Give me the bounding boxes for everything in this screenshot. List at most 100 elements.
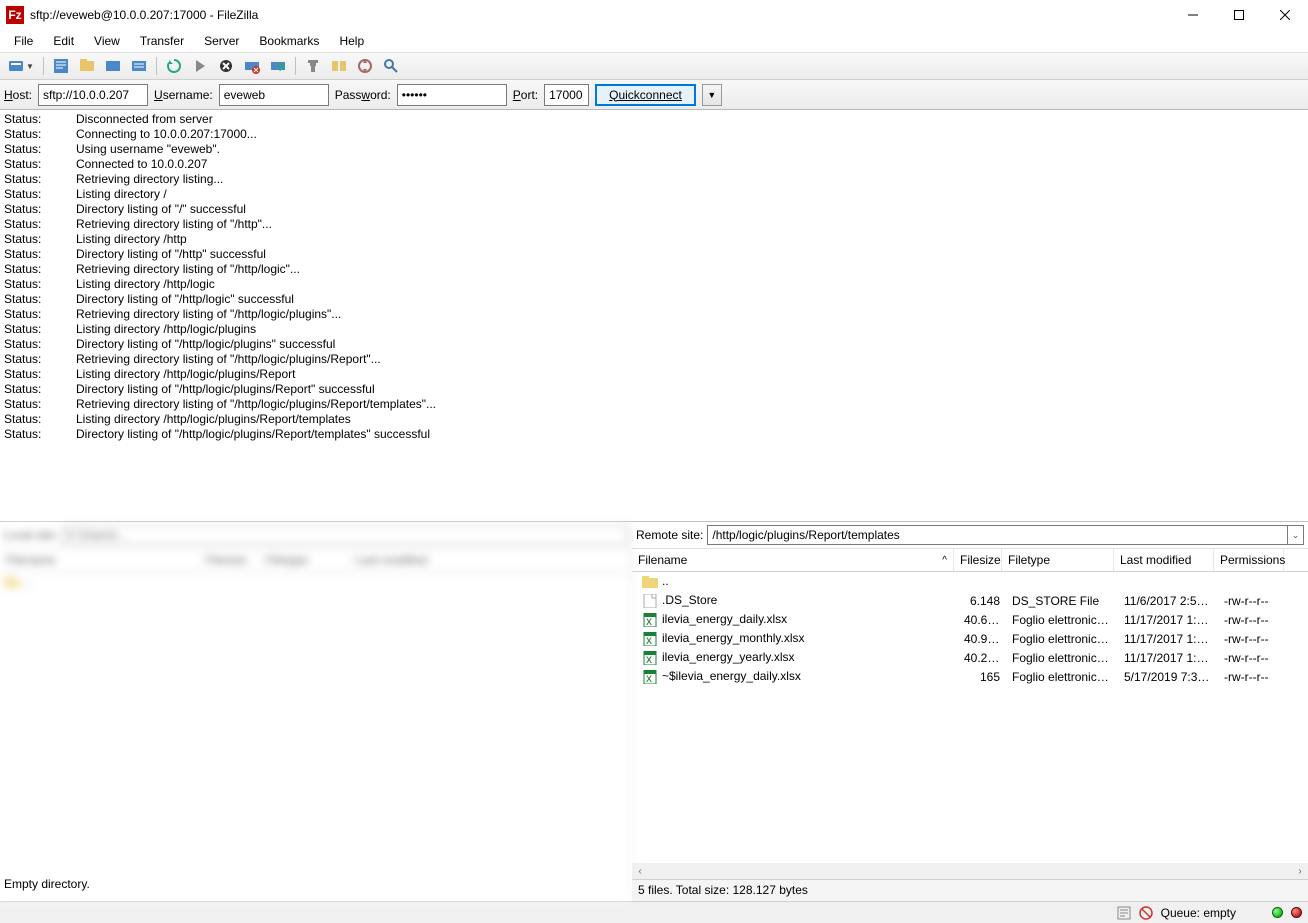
local-pane: Local site: Filename Filesize Filetype L… bbox=[0, 522, 632, 901]
menu-help[interactable]: Help bbox=[329, 32, 374, 50]
svg-text:x: x bbox=[646, 652, 652, 665]
menubar: FileEditViewTransferServerBookmarksHelp bbox=[0, 30, 1308, 52]
svg-text:x: x bbox=[646, 671, 652, 684]
svg-text:x: x bbox=[646, 633, 652, 646]
log-row: Status:Directory listing of "/" successf… bbox=[4, 202, 440, 217]
message-log[interactable]: Status:Disconnected from serverStatus:Co… bbox=[0, 110, 1308, 522]
toggle-remote-tree-button[interactable] bbox=[101, 55, 125, 77]
toggle-local-tree-button[interactable] bbox=[75, 55, 99, 77]
disconnect-button[interactable] bbox=[240, 55, 264, 77]
log-row: Status:Using username "eveweb". bbox=[4, 142, 440, 157]
log-row: Status:Listing directory /http/logic/plu… bbox=[4, 412, 440, 427]
toggle-queue-button[interactable] bbox=[127, 55, 151, 77]
menu-bookmarks[interactable]: Bookmarks bbox=[249, 32, 329, 50]
log-row: Status:Disconnected from server bbox=[4, 112, 440, 127]
log-row: Status:Retrieving directory listing of "… bbox=[4, 307, 440, 322]
xlsx-icon: x bbox=[642, 651, 658, 665]
remote-status: 5 files. Total size: 128.127 bytes bbox=[632, 879, 1308, 901]
col-filesize[interactable]: Filesize bbox=[954, 549, 1002, 571]
password-input[interactable] bbox=[397, 84, 507, 106]
filter-button[interactable] bbox=[301, 55, 325, 77]
quickconnect-dropdown[interactable]: ▼ bbox=[702, 84, 722, 106]
quickconnect-button[interactable]: Quickconnect bbox=[595, 84, 696, 106]
file-row[interactable]: x~$ilevia_energy_daily.xlsx165Foglio ele… bbox=[632, 667, 1308, 686]
process-queue-button[interactable] bbox=[188, 55, 212, 77]
reconnect-button[interactable] bbox=[266, 55, 290, 77]
log-row: Status:Listing directory /http bbox=[4, 232, 440, 247]
log-row: Status:Directory listing of "/http/logic… bbox=[4, 427, 440, 442]
port-input[interactable] bbox=[544, 84, 589, 106]
remote-path-input[interactable] bbox=[707, 525, 1288, 545]
menu-edit[interactable]: Edit bbox=[43, 32, 84, 50]
remote-filelist[interactable]: ...DS_Store6.148DS_STORE File11/6/2017 2… bbox=[632, 572, 1308, 863]
svg-text:x: x bbox=[646, 614, 652, 627]
username-input[interactable] bbox=[219, 84, 329, 106]
menu-server[interactable]: Server bbox=[194, 32, 249, 50]
col-modified[interactable]: Last modified bbox=[1114, 549, 1214, 571]
file-row[interactable]: .DS_Store6.148DS_STORE File11/6/2017 2:5… bbox=[632, 591, 1308, 610]
queue-stop-icon bbox=[1139, 906, 1153, 920]
username-label: Username: bbox=[154, 88, 213, 102]
queue-list-icon bbox=[1117, 906, 1131, 920]
remote-pane: Remote site: ⌄ Filename Filesize Filetyp… bbox=[632, 522, 1308, 901]
log-row: Status:Directory listing of "/http/logic… bbox=[4, 382, 440, 397]
remote-site-label: Remote site: bbox=[636, 528, 703, 542]
minimize-button[interactable] bbox=[1170, 0, 1216, 30]
compare-button[interactable] bbox=[327, 55, 351, 77]
remote-path-dropdown[interactable]: ⌄ bbox=[1288, 525, 1304, 545]
log-row: Status:Retrieving directory listing of "… bbox=[4, 262, 440, 277]
window-title: sftp://eveweb@10.0.0.207:17000 - FileZil… bbox=[30, 8, 1170, 22]
log-row: Status:Connected to 10.0.0.207 bbox=[4, 157, 440, 172]
log-row: Status:Retrieving directory listing... bbox=[4, 172, 440, 187]
log-row: Status:Retrieving directory listing of "… bbox=[4, 397, 440, 412]
file-row[interactable]: xilevia_energy_daily.xlsx40.658Foglio el… bbox=[632, 610, 1308, 629]
col-permissions[interactable]: Permissions bbox=[1214, 549, 1284, 571]
xlsx-icon: x bbox=[642, 632, 658, 646]
activity-led-recv bbox=[1272, 907, 1283, 918]
log-row: Status:Connecting to 10.0.0.207:17000... bbox=[4, 127, 440, 142]
remote-h-scrollbar[interactable]: ‹› bbox=[632, 863, 1308, 879]
xlsx-icon: x bbox=[642, 670, 658, 684]
remote-site-row: Remote site: ⌄ bbox=[632, 522, 1308, 549]
app-icon: Fz bbox=[6, 6, 24, 24]
close-button[interactable] bbox=[1262, 0, 1308, 30]
folder-icon bbox=[642, 575, 658, 589]
log-row: Status:Listing directory /http/logic/plu… bbox=[4, 367, 440, 382]
sync-browse-button[interactable] bbox=[353, 55, 377, 77]
menu-view[interactable]: View bbox=[84, 32, 130, 50]
file-row[interactable]: xilevia_energy_monthly.xlsx40.941Foglio … bbox=[632, 629, 1308, 648]
local-status: Empty directory. bbox=[4, 877, 90, 891]
file-row[interactable]: xilevia_energy_yearly.xlsx40.215Foglio e… bbox=[632, 648, 1308, 667]
log-row: Status:Listing directory /http/logic/plu… bbox=[4, 322, 440, 337]
cancel-button[interactable] bbox=[214, 55, 238, 77]
menu-transfer[interactable]: Transfer bbox=[130, 32, 194, 50]
search-button[interactable] bbox=[379, 55, 403, 77]
queue-status: Queue: empty bbox=[1161, 906, 1236, 920]
menu-file[interactable]: File bbox=[4, 32, 43, 50]
panes: Local site: Filename Filesize Filetype L… bbox=[0, 522, 1308, 901]
toolbar: ▼ bbox=[0, 52, 1308, 80]
titlebar: Fz sftp://eveweb@10.0.0.207:17000 - File… bbox=[0, 0, 1308, 30]
col-filetype[interactable]: Filetype bbox=[1002, 549, 1114, 571]
maximize-button[interactable] bbox=[1216, 0, 1262, 30]
remote-columns-header: Filename Filesize Filetype Last modified… bbox=[632, 549, 1308, 572]
refresh-button[interactable] bbox=[162, 55, 186, 77]
host-input[interactable] bbox=[38, 84, 148, 106]
col-filename[interactable]: Filename bbox=[632, 549, 954, 571]
log-row: Status:Directory listing of "/http/logic… bbox=[4, 292, 440, 307]
xlsx-icon: x bbox=[642, 613, 658, 627]
site-manager-button[interactable]: ▼ bbox=[4, 55, 38, 77]
toggle-log-button[interactable] bbox=[49, 55, 73, 77]
activity-led-send bbox=[1291, 907, 1302, 918]
password-label: Password: bbox=[335, 88, 391, 102]
file-icon bbox=[642, 594, 658, 608]
log-row: Status:Listing directory /http/logic bbox=[4, 277, 440, 292]
host-label: Host: bbox=[4, 88, 32, 102]
statusbar: Queue: empty bbox=[0, 901, 1308, 923]
log-row: Status:Directory listing of "/http/logic… bbox=[4, 337, 440, 352]
file-row[interactable]: .. bbox=[632, 572, 1308, 591]
log-row: Status:Directory listing of "/http" succ… bbox=[4, 247, 440, 262]
log-row: Status:Retrieving directory listing of "… bbox=[4, 352, 440, 367]
log-row: Status:Retrieving directory listing of "… bbox=[4, 217, 440, 232]
port-label: Port: bbox=[513, 88, 538, 102]
